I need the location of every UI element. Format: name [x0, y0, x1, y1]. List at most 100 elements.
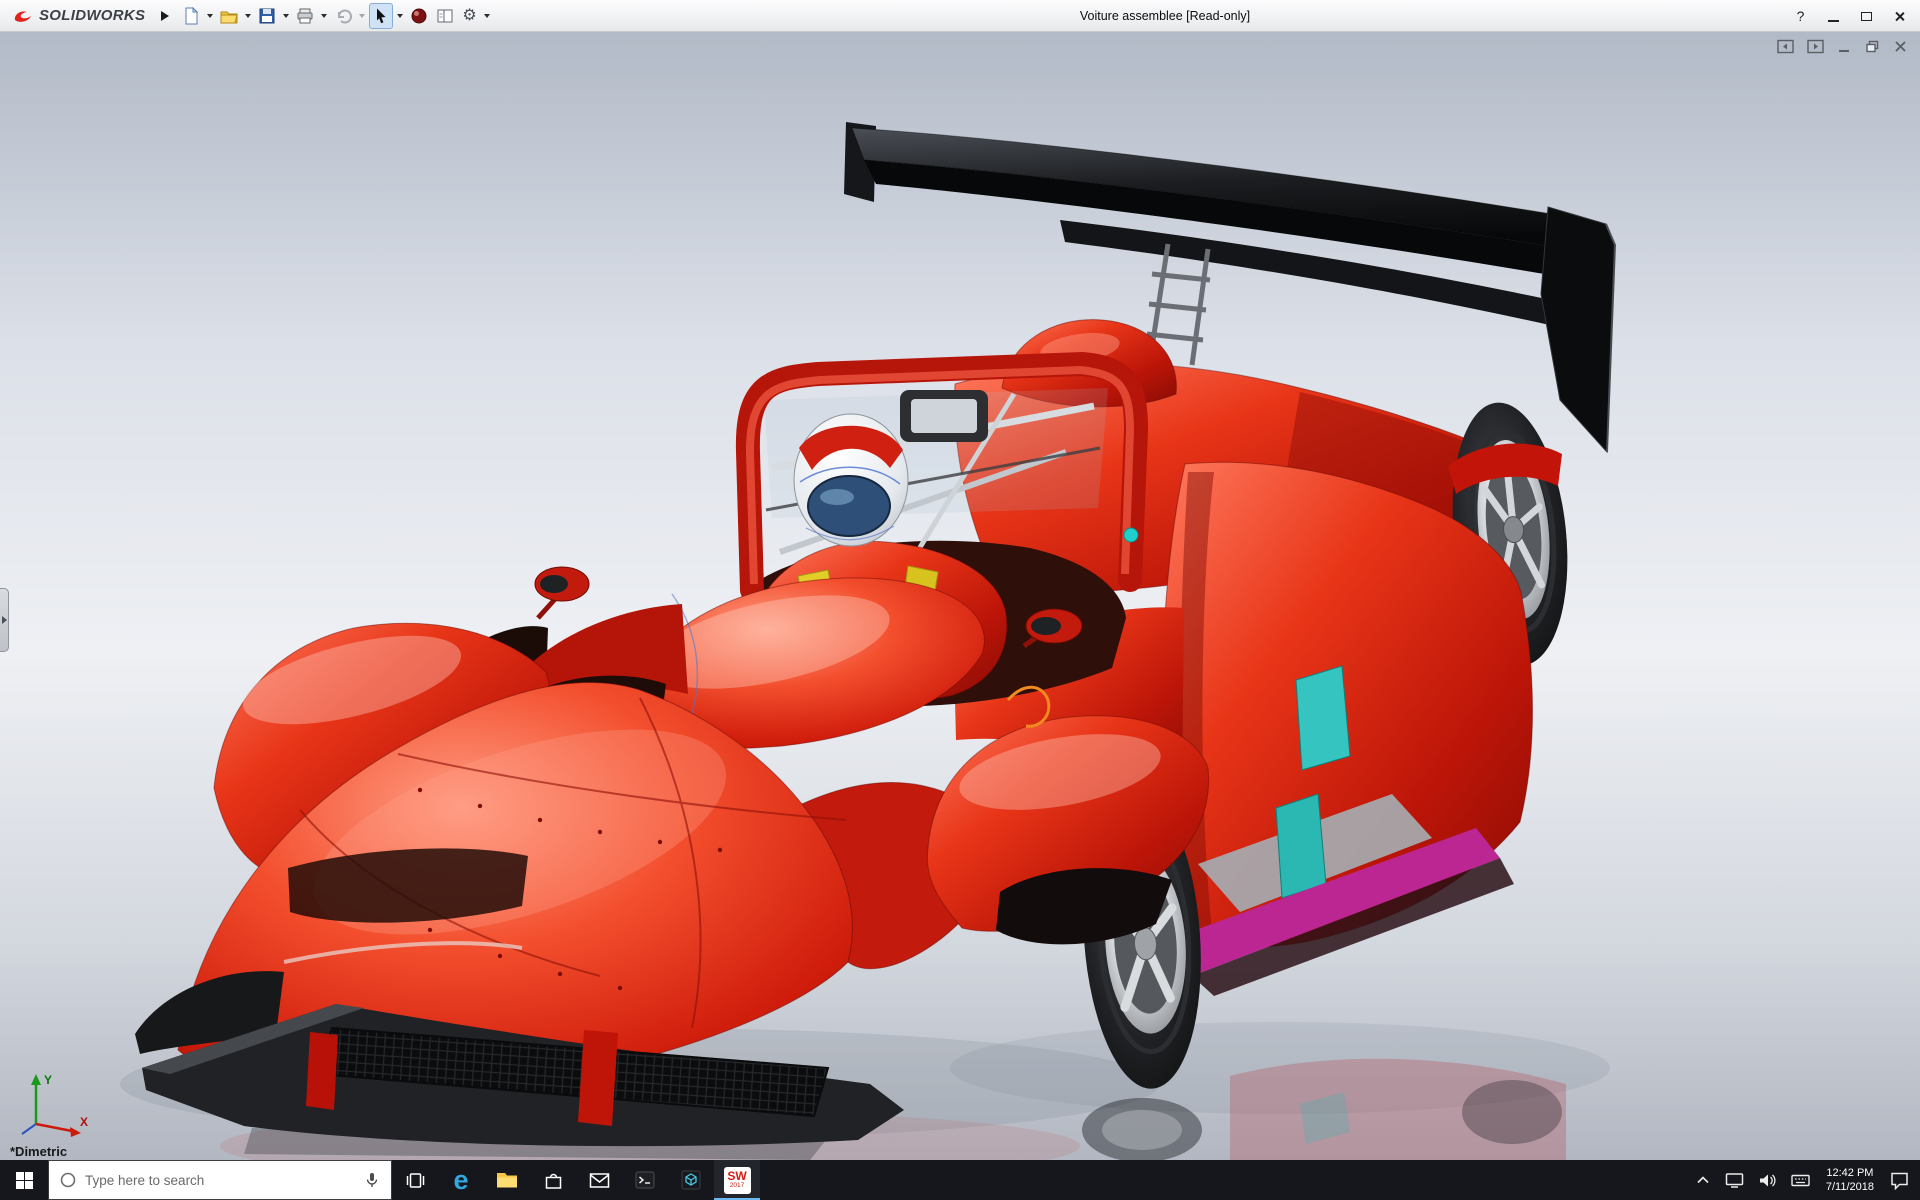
- edge-button[interactable]: e: [438, 1160, 484, 1200]
- side-window-lower[interactable]: [1275, 793, 1327, 899]
- maximize-icon: [1861, 11, 1872, 21]
- helmet-visor: [807, 475, 891, 537]
- system-tray: 12:42 PM 7/11/2018: [1688, 1160, 1920, 1200]
- gear-icon: ⚙: [462, 6, 477, 24]
- search-icon: [60, 1172, 76, 1188]
- side-marker-light[interactable]: [1123, 527, 1139, 543]
- undo-icon: [338, 9, 353, 23]
- maximize-button[interactable]: [1850, 3, 1883, 29]
- open-document-button[interactable]: [217, 3, 241, 29]
- taskbar-search[interactable]: [48, 1160, 392, 1200]
- edge-icon: e: [453, 1164, 469, 1195]
- document-close-button[interactable]: [1893, 39, 1908, 54]
- windows-taskbar: e SW: [0, 1160, 1920, 1200]
- side-window-upper[interactable]: [1295, 665, 1351, 771]
- document-title: Voiture assemblee [Read-only]: [1079, 9, 1251, 23]
- chevron-up-icon: [1697, 1176, 1709, 1184]
- help-icon: ?: [1796, 8, 1805, 24]
- save-dropdown-caret[interactable]: [283, 13, 290, 18]
- save-floppy-icon: [259, 8, 275, 23]
- print-dropdown-caret[interactable]: [321, 13, 328, 18]
- print-icon: [297, 8, 313, 23]
- 3d-builder-button[interactable]: [668, 1160, 714, 1200]
- start-button[interactable]: [0, 1160, 48, 1200]
- close-button[interactable]: [1883, 3, 1916, 29]
- volume-tray-button[interactable]: [1751, 1160, 1784, 1200]
- store-button[interactable]: [530, 1160, 576, 1200]
- app-logo: SOLIDWORKS: [0, 7, 145, 24]
- new-dropdown-caret[interactable]: [207, 13, 214, 18]
- splitter-support-center: [578, 1030, 618, 1126]
- document-minimize-button[interactable]: [1837, 39, 1852, 54]
- titlebar: SOLIDWORKS ⚙ Voiture assemblee [Read-onl…: [0, 0, 1920, 32]
- triad-x-label: X: [80, 1115, 88, 1129]
- feature-manager-collapse-tab[interactable]: [0, 588, 9, 652]
- display-pane-button[interactable]: [433, 3, 457, 29]
- collapse-pane-right-button[interactable]: [1807, 39, 1824, 54]
- store-icon: [545, 1173, 561, 1189]
- dassault-systemes-logo-icon: [14, 10, 32, 22]
- open-dropdown-caret[interactable]: [245, 13, 252, 18]
- flyout-arrow-icon: [161, 10, 170, 21]
- appearance-sphere-icon: [411, 8, 427, 23]
- new-document-icon: [185, 6, 199, 24]
- edit-appearance-button[interactable]: [407, 3, 431, 29]
- mail-icon: [589, 1172, 609, 1188]
- action-center-button[interactable]: [1883, 1160, 1916, 1200]
- windows-logo-icon: [15, 1171, 33, 1189]
- task-view-icon: [406, 1172, 424, 1188]
- select-dropdown-caret[interactable]: [397, 13, 404, 18]
- driver-helmet: [793, 413, 909, 547]
- clock-date: 7/11/2018: [1825, 1181, 1874, 1193]
- open-folder-icon: [220, 11, 238, 23]
- touch-keyboard-button[interactable]: [1784, 1160, 1817, 1200]
- file-explorer-button[interactable]: [484, 1160, 530, 1200]
- view-orientation-label: *Dimetric: [10, 1144, 68, 1159]
- window-controls: ?: [1784, 3, 1916, 29]
- options-dropdown-caret[interactable]: [483, 13, 490, 18]
- 3d-builder-icon: [681, 1170, 701, 1190]
- task-view-button[interactable]: [392, 1160, 438, 1200]
- print-button[interactable]: [293, 3, 317, 29]
- help-button[interactable]: ?: [1784, 3, 1817, 29]
- toolbar-flyout-button[interactable]: [161, 10, 170, 21]
- brand-text: SOLIDWORKS: [39, 7, 146, 24]
- speaker-icon: [1759, 1174, 1776, 1186]
- quick-toolbar: ⚙: [179, 2, 491, 29]
- hidden-icons-button[interactable]: [1688, 1160, 1718, 1200]
- keyboard-icon: [1791, 1174, 1810, 1186]
- orientation-triad: Y X: [21, 1073, 88, 1137]
- select-cursor-icon: [377, 8, 386, 23]
- minimize-button[interactable]: [1817, 3, 1850, 29]
- document-window-controls: [1777, 39, 1908, 54]
- graphics-area: Y X *Dimetric: [0, 32, 1920, 1160]
- solidworks-icon: SW 2017: [723, 1166, 751, 1194]
- 3d-model-viewport[interactable]: [0, 32, 1920, 1160]
- action-center-icon: [1891, 1172, 1908, 1190]
- file-explorer-icon: [497, 1173, 517, 1188]
- mail-button[interactable]: [576, 1160, 622, 1200]
- undo-button[interactable]: [331, 3, 355, 29]
- collapse-pane-left-button[interactable]: [1777, 39, 1794, 54]
- taskbar-clock[interactable]: 12:42 PM 7/11/2018: [1817, 1160, 1883, 1200]
- network-icon: [1725, 1173, 1744, 1188]
- network-tray-button[interactable]: [1718, 1160, 1751, 1200]
- options-button[interactable]: ⚙: [459, 3, 479, 29]
- save-button[interactable]: [255, 3, 279, 29]
- command-prompt-button[interactable]: [622, 1160, 668, 1200]
- solidworks-taskbar-button[interactable]: SW 2017: [714, 1160, 760, 1200]
- new-document-button[interactable]: [179, 3, 203, 29]
- command-prompt-icon: [635, 1171, 655, 1189]
- minimize-icon: [1828, 19, 1839, 22]
- select-tool-button[interactable]: [369, 2, 394, 29]
- display-pane-icon: [437, 9, 453, 22]
- solidworks-window: SOLIDWORKS ⚙ Voiture assemblee [Read-onl…: [0, 0, 1920, 1200]
- triad-y-label: Y: [44, 1073, 52, 1087]
- search-input[interactable]: [85, 1172, 355, 1188]
- rearview-mirror: [900, 390, 988, 442]
- document-restore-button[interactable]: [1865, 39, 1880, 54]
- close-icon: [1894, 11, 1905, 22]
- microphone-icon[interactable]: [363, 1171, 381, 1189]
- undo-dropdown-caret[interactable]: [359, 13, 366, 18]
- clock-time: 12:42 PM: [1826, 1167, 1874, 1179]
